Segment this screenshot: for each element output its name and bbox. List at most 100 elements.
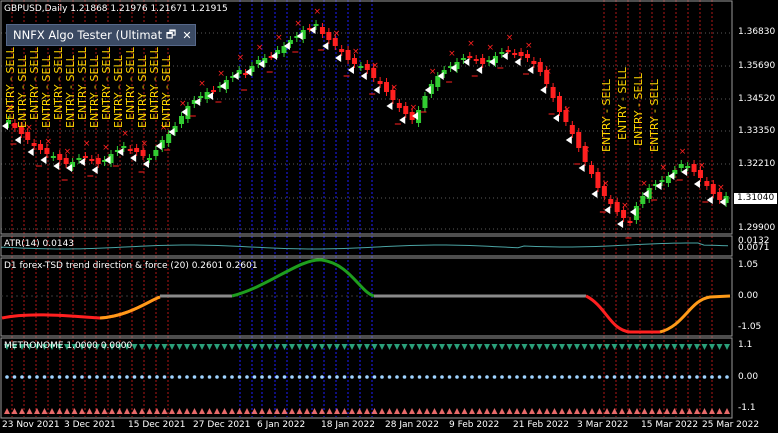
- entry-sell-label: ENTRY - SELL: [160, 54, 173, 128]
- stop-x-marker: ×: [640, 179, 648, 189]
- metronome-up-marker: [176, 344, 183, 350]
- metronome-dot: [215, 375, 219, 379]
- metronome-dot: [395, 375, 399, 379]
- metronome-down-marker: [559, 408, 565, 414]
- metronome-down-marker: [326, 408, 333, 414]
- date-tick: 9 Feb 2022: [449, 420, 500, 430]
- metronome-down-marker: [499, 408, 505, 414]
- candle-body: [518, 52, 524, 56]
- metronome-dot: [612, 375, 617, 379]
- metronome-dot: [305, 375, 309, 379]
- metronome-dot: [155, 375, 159, 379]
- metronome-down-marker: [56, 408, 63, 414]
- metronome-up-marker: [341, 344, 348, 350]
- metronome-down-marker: [491, 408, 498, 414]
- metronome-up-marker: [544, 344, 550, 350]
- trade-arrow: [578, 164, 585, 172]
- metronome-up-marker: [416, 344, 423, 350]
- metronome-up-marker: [259, 344, 265, 350]
- metronome-down-marker: [574, 408, 580, 414]
- stop-x-marker: ×: [563, 105, 571, 115]
- metronome-down-marker: [649, 408, 655, 414]
- tsd-scale: -1.05: [738, 322, 762, 332]
- metronome-up-marker: [671, 344, 678, 350]
- metronome-dot: [87, 375, 92, 379]
- metronome-down-marker: [461, 408, 468, 414]
- metronome-down-marker: [191, 408, 198, 414]
- metronome-down-marker: [656, 408, 663, 414]
- metronome-down-marker: [356, 408, 363, 414]
- metronome-dot: [462, 375, 467, 379]
- stop-x-marker: ×: [679, 147, 687, 157]
- metronome-dot: [575, 375, 579, 379]
- metronome-up-marker: [424, 344, 430, 350]
- metronome-up-marker: [656, 344, 663, 350]
- metronome-up-marker: [229, 344, 235, 350]
- metronome-dot: [147, 375, 152, 379]
- metronome-scale: 0.00: [738, 372, 759, 382]
- metronome-dot: [245, 375, 249, 379]
- metronome-down-marker: [266, 408, 273, 414]
- stop-x-marker: ×: [83, 139, 91, 149]
- metronome-dot: [680, 375, 684, 379]
- metronome-dot: [672, 375, 677, 379]
- metronome-up-marker: [679, 344, 685, 350]
- metronome-up-marker: [446, 344, 453, 350]
- metronome-up-marker: [566, 344, 573, 350]
- metronome-up-marker: [409, 344, 415, 350]
- metronome-dot: [20, 375, 24, 379]
- chart-window[interactable]: ××××× ×××××××××××××××××××× ××××××××××××× E…: [0, 0, 778, 433]
- metronome-down-marker: [724, 408, 730, 414]
- metronome-up-marker: [686, 344, 693, 350]
- metronome-dot: [590, 375, 594, 379]
- candle-body: [659, 180, 665, 182]
- candle-body: [435, 76, 441, 87]
- metronome-down-marker: [409, 408, 415, 414]
- metronome-title: METRONOME 1.0000 0.0000: [4, 341, 133, 351]
- metronome-dot: [5, 375, 9, 379]
- metronome-down-marker: [521, 408, 528, 414]
- nnfx-tester-panel[interactable]: NNFX Algo Tester (Ultimat 🗗 ✕: [6, 24, 196, 46]
- candle-body: [697, 170, 703, 178]
- metronome-dot: [12, 375, 17, 379]
- stop-x-marker: ×: [583, 145, 591, 155]
- metronome-dot: [537, 375, 542, 379]
- trade-arrow: [488, 58, 495, 66]
- pane-frame: [0, 235, 733, 257]
- metronome-dot: [605, 375, 609, 379]
- stop-x-marker: ×: [179, 99, 187, 109]
- metronome-down-marker: [364, 408, 370, 414]
- metronome-down-marker: [124, 408, 130, 414]
- candle-body: [44, 148, 50, 154]
- metronome-dot: [312, 375, 317, 379]
- date-tick: 6 Jan 2022: [257, 420, 306, 430]
- restore-window-icon[interactable]: 🗗: [163, 26, 179, 45]
- stop-x-marker: ×: [314, 7, 322, 17]
- candle-body: [710, 184, 716, 194]
- metronome-down-marker: [671, 408, 678, 414]
- candle-body: [467, 56, 473, 58]
- candle-body: [95, 158, 101, 164]
- date-tick: 15 Mar 2022: [641, 420, 699, 430]
- trade-arrow: [617, 220, 624, 228]
- trade-arrow: [540, 86, 547, 94]
- metronome-dot: [507, 375, 512, 379]
- metronome-down-marker: [206, 408, 213, 414]
- metronome-dot: [365, 375, 369, 379]
- metronome-up-marker: [574, 344, 580, 350]
- metronome-dot: [200, 375, 204, 379]
- stop-x-marker: ×: [121, 129, 129, 139]
- candle-body: [146, 158, 152, 160]
- metronome-dot: [657, 375, 662, 379]
- date-tick: 25 Mar 2022: [702, 420, 760, 430]
- metronome-dot: [57, 375, 62, 379]
- stop-x-marker: ×: [256, 43, 264, 53]
- metronome-up-marker: [581, 344, 588, 350]
- metronome-dot: [432, 375, 437, 379]
- trade-arrow: [181, 108, 188, 116]
- metronome-up-marker: [454, 344, 460, 350]
- metronome-dot: [447, 375, 452, 379]
- stop-x-marker: ×: [333, 29, 341, 39]
- candle-body: [326, 32, 332, 40]
- close-icon[interactable]: ✕: [179, 29, 195, 42]
